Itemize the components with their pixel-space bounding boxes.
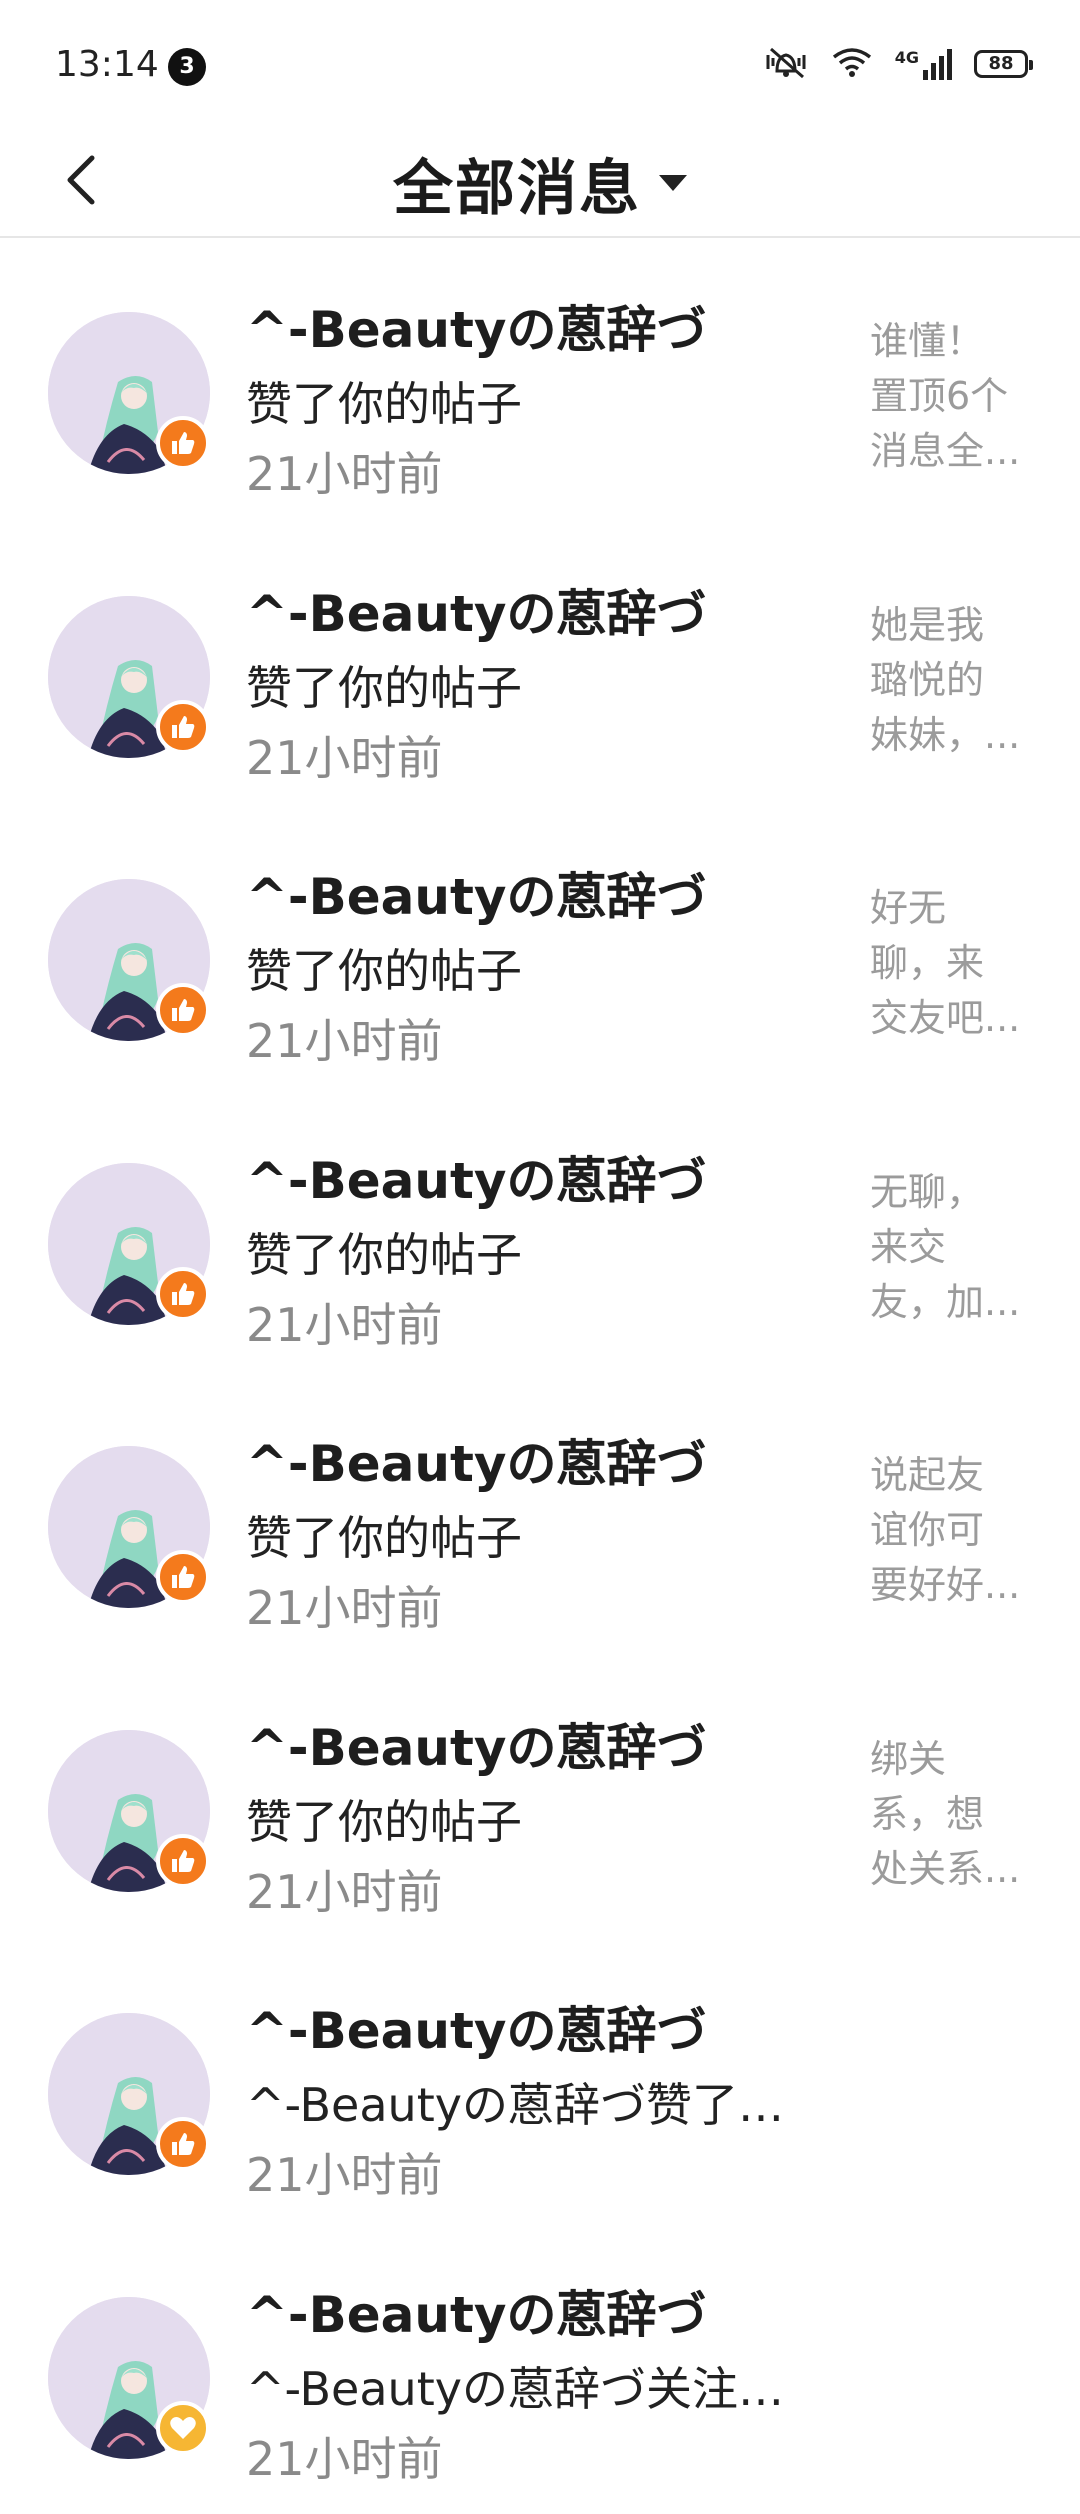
- post-preview-line: 交友吧...: [870, 996, 1021, 1040]
- post-preview[interactable]: 无聊， 来交 友，加...: [870, 1165, 1030, 1330]
- message-item[interactable]: ^-Beautyの蒽辞づ 赞了你的帖子 21小时前 无聊， 来交 友，加...: [0, 1091, 1080, 1375]
- page-title: 全部消息: [393, 153, 641, 224]
- message-time: 21小时前: [246, 2148, 443, 2202]
- sender-name: ^-Beautyの蒽辞づ: [246, 1435, 707, 1493]
- post-preview-line: 友，加...: [870, 1279, 1021, 1324]
- like-badge: [156, 1266, 210, 1321]
- post-preview-line: 她是我: [870, 602, 985, 647]
- message-time: 21小时前: [246, 2431, 443, 2486]
- message-filter-dropdown[interactable]: 全部消息: [0, 130, 1080, 236]
- post-preview-line: 璐悦的: [870, 657, 985, 702]
- post-preview-line: 置顶6个: [870, 374, 1009, 418]
- post-preview-line: 绑关: [870, 1736, 947, 1781]
- chevron-left-icon: [67, 155, 95, 205]
- message-action: 赞了你的帖子: [246, 377, 522, 431]
- post-preview-line: 要好好...: [870, 1563, 1021, 1607]
- status-icons: 4G 88: [763, 44, 1033, 84]
- sender-name: ^-Beautyの蒽辞づ: [246, 584, 707, 643]
- message-action: 赞了你的帖子: [246, 1794, 522, 1849]
- message-action: 赞了你的帖子: [246, 1227, 522, 1282]
- vibrate-mute-icon: [763, 45, 809, 83]
- wifi-icon: [831, 46, 873, 82]
- sender-name: ^-Beautyの蒽辞づ: [246, 2285, 707, 2344]
- like-badge: [156, 699, 210, 754]
- header: 全部消息: [0, 130, 1080, 238]
- post-preview-line: 系，想: [870, 1791, 985, 1836]
- thumbs-up-icon: [172, 2133, 195, 2155]
- message-item[interactable]: ^-Beautyの蒽辞づ 赞了你的帖子 21小时前 绑关 系，想 处关系...: [0, 1658, 1080, 1942]
- post-preview-line: 消息全...: [870, 429, 1021, 473]
- message-list: ^-Beautyの蒽辞づ 赞了你的帖子 21小时前 谁懂！ 置顶6个 消息全..…: [0, 240, 1080, 2508]
- like-badge: [156, 1833, 210, 1888]
- message-time: 21小时前: [246, 730, 443, 785]
- status-time: 13:14: [55, 44, 159, 85]
- post-preview-line: 妹妹，...: [870, 712, 1021, 757]
- post-preview-line: 谊你可: [870, 1508, 985, 1552]
- battery-indicator: 88: [974, 50, 1033, 78]
- post-preview[interactable]: 绑关 系，想 处关系...: [870, 1732, 1030, 1897]
- sender-name: ^-Beautyの蒽辞づ: [246, 2002, 707, 2060]
- cellular-signal-icon: 4G: [895, 48, 952, 80]
- message-time: 21小时前: [246, 1014, 443, 1068]
- message-action: ^-Beautyの蒽辞づ赞了你...: [246, 2078, 826, 2132]
- status-bar: 13:14 3 4G 88: [0, 0, 1080, 130]
- message-time: 21小时前: [246, 1864, 443, 1919]
- caret-down-icon: [659, 175, 687, 191]
- post-preview-line: 聊，来: [870, 941, 985, 985]
- post-preview[interactable]: 她是我 璐悦的 妹妹，...: [870, 598, 1030, 763]
- follow-badge: [156, 2400, 210, 2455]
- sender-name: ^-Beautyの蒽辞づ: [246, 1718, 707, 1777]
- message-item[interactable]: ^-Beautyの蒽辞づ 赞了你的帖子 21小时前 好无 聊，来 交友吧...: [0, 807, 1080, 1091]
- message-time: 21小时前: [246, 1581, 443, 1635]
- thumbs-up-icon: [172, 999, 195, 1021]
- message-item[interactable]: ^-Beautyの蒽辞づ ^-Beautyの蒽辞づ赞了你... 21小时前: [0, 1941, 1080, 2225]
- message-item[interactable]: ^-Beautyの蒽辞づ 赞了你的帖子 21小时前 说起友 谊你可 要好好...: [0, 1374, 1080, 1658]
- sender-name: ^-Beautyの蒽辞づ: [246, 868, 707, 926]
- like-badge: [156, 1550, 210, 1604]
- post-preview-line: 来交: [870, 1224, 947, 1269]
- thumbs-up-icon: [172, 1849, 195, 1872]
- thumbs-up-icon: [172, 1566, 195, 1588]
- message-action: 赞了你的帖子: [246, 1511, 522, 1565]
- like-badge: [156, 983, 210, 1037]
- like-badge: [156, 2117, 210, 2171]
- back-button[interactable]: [40, 140, 120, 220]
- message-action: 赞了你的帖子: [246, 660, 522, 715]
- sender-name: ^-Beautyの蒽辞づ: [246, 1151, 707, 1210]
- post-preview-line: 谁懂！: [870, 319, 985, 363]
- post-preview-line: 处关系...: [870, 1846, 1021, 1891]
- post-preview[interactable]: 好无 聊，来 交友吧...: [870, 881, 1030, 1046]
- post-preview[interactable]: 谁懂！ 置顶6个 消息全...: [870, 314, 1030, 479]
- message-item[interactable]: ^-Beautyの蒽辞づ 赞了你的帖子 21小时前 她是我 璐悦的 妹妹，...: [0, 524, 1080, 808]
- like-badge: [156, 416, 210, 470]
- sender-name: ^-Beautyの蒽辞づ: [246, 301, 707, 359]
- post-preview-line: 好无: [870, 886, 947, 930]
- message-time: 21小时前: [246, 1297, 443, 1352]
- message-action: ^-Beautyの蒽辞づ关注了你: [246, 2361, 826, 2416]
- network-type-label: 4G: [894, 48, 919, 67]
- thumbs-up-icon: [172, 715, 195, 738]
- heart-icon: [170, 2416, 196, 2439]
- message-item[interactable]: ^-Beautyの蒽辞づ 赞了你的帖子 21小时前 谁懂！ 置顶6个 消息全..…: [0, 240, 1080, 524]
- post-preview[interactable]: 说起友 谊你可 要好好...: [870, 1448, 1030, 1613]
- message-action: 赞了你的帖子: [246, 944, 522, 998]
- post-preview-line: 无聊，: [870, 1169, 985, 1214]
- post-preview-line: 说起友: [870, 1453, 985, 1497]
- thumbs-up-icon: [172, 432, 195, 454]
- notification-count-badge: 3: [168, 48, 206, 86]
- thumbs-up-icon: [172, 1282, 195, 1305]
- message-item[interactable]: ^-Beautyの蒽辞づ ^-Beautyの蒽辞づ关注了你 21小时前: [0, 2225, 1080, 2509]
- message-time: 21小时前: [246, 447, 443, 501]
